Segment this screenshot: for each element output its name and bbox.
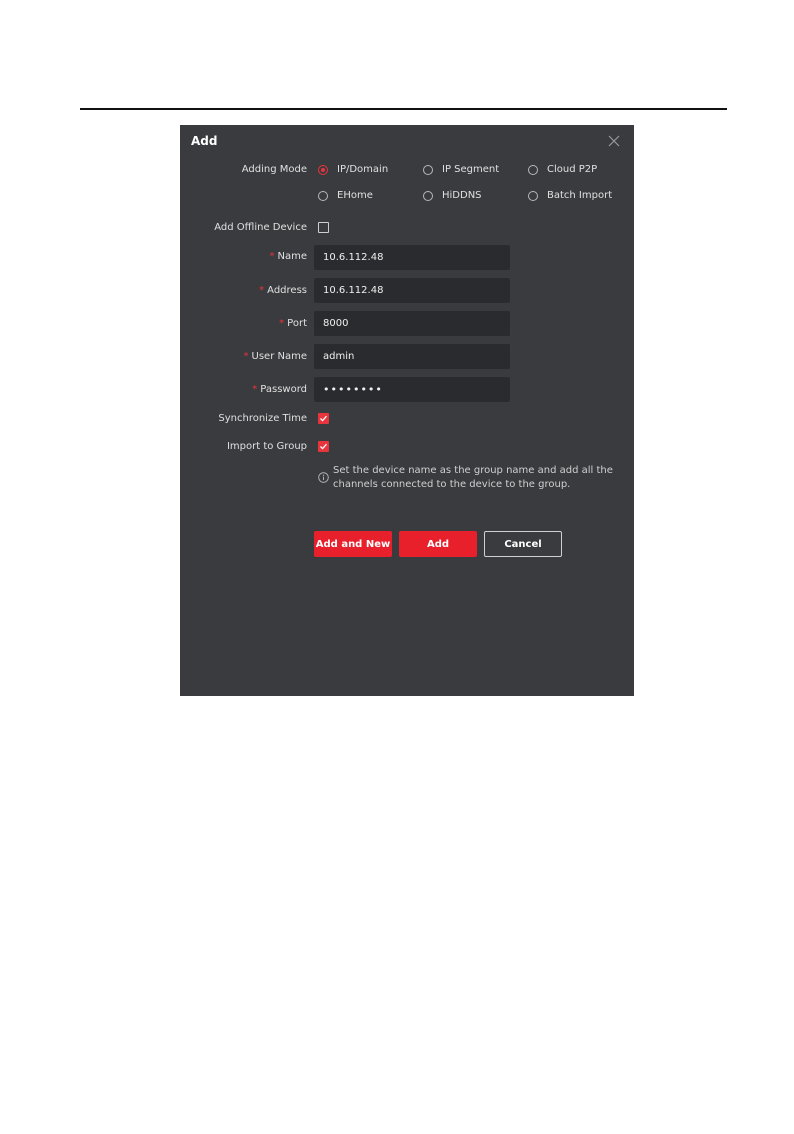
radio-label: Batch Import [547, 190, 613, 201]
port-label: * Port [279, 318, 307, 329]
radio-ip-segment[interactable]: IP Segment [423, 164, 499, 175]
user-name-input[interactable]: admin [314, 344, 510, 369]
user-name-label: * User Name [243, 351, 307, 362]
import-to-group-checkbox[interactable] [318, 441, 329, 452]
radio-icon [423, 190, 433, 201]
radio-label: HiDDNS [442, 190, 482, 201]
name-input[interactable]: 10.6.112.48 [314, 245, 510, 270]
info-icon [318, 472, 329, 483]
add-offline-device-label: Add Offline Device [214, 222, 307, 233]
radio-hiddns[interactable]: HiDDNS [423, 190, 482, 201]
address-input[interactable]: 10.6.112.48 [314, 278, 510, 303]
radio-cloud-p2p[interactable]: Cloud P2P [528, 164, 597, 175]
close-icon[interactable] [606, 133, 622, 149]
radio-icon [423, 164, 433, 175]
check-icon [320, 415, 327, 422]
radio-label: Cloud P2P [547, 164, 598, 175]
import-to-group-label: Import to Group [226, 441, 307, 452]
name-label: * Name [269, 251, 307, 262]
address-label: * Address [259, 285, 307, 296]
port-input[interactable]: 8000 [314, 311, 510, 336]
page-header-rule [80, 108, 727, 110]
add-and-new-button[interactable]: Add and New [314, 531, 392, 557]
add-button[interactable]: Add [399, 531, 477, 557]
radio-label: IP Segment [442, 164, 500, 175]
synchronize-time-label: Synchronize Time [218, 413, 307, 424]
radio-icon [528, 164, 538, 175]
synchronize-time-checkbox[interactable] [318, 413, 329, 424]
radio-label: EHome [337, 190, 373, 201]
radio-selected-icon [318, 164, 328, 175]
password-label: * Password [252, 384, 307, 395]
add-offline-device-checkbox[interactable] [318, 222, 329, 233]
radio-icon [528, 190, 538, 201]
radio-ehome[interactable]: EHome [318, 190, 373, 201]
radio-ip-domain[interactable]: IP/Domain [318, 164, 388, 175]
radio-batch-import[interactable]: Batch Import [528, 190, 612, 201]
add-device-dialog: Add Adding Mode IP/Domain IP Segment Clo… [180, 125, 634, 696]
cancel-button[interactable]: Cancel [484, 531, 562, 557]
check-icon [320, 443, 327, 450]
radio-label: IP/Domain [337, 164, 389, 175]
group-info-text: Set the device name as the group name an… [333, 465, 613, 490]
dialog-title: Add [191, 134, 218, 148]
password-input[interactable]: •••••••• [314, 377, 510, 402]
adding-mode-label: Adding Mode [241, 164, 307, 175]
radio-icon [318, 190, 328, 201]
